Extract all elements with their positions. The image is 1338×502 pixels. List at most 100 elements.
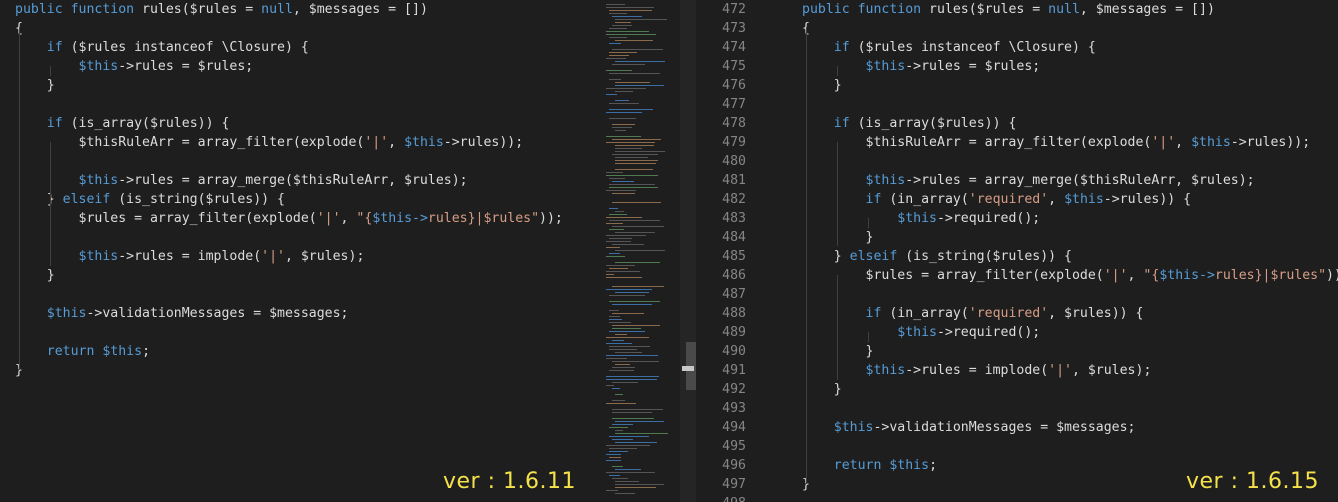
code-line[interactable]: 492 }	[696, 380, 1338, 399]
code-line[interactable]: $this->validationMessages = $messages;	[15, 304, 600, 323]
code-line[interactable]: $this->rules = array_merge($thisRuleArr,…	[15, 171, 600, 190]
minimap-line	[609, 448, 637, 449]
code-line[interactable]	[15, 95, 600, 114]
code-line[interactable]: 484 }	[696, 228, 1338, 247]
code-token: ,	[340, 211, 357, 226]
line-number: 474	[722, 40, 746, 55]
minimap-line	[612, 424, 633, 425]
minimap-line	[609, 349, 637, 350]
left-editor-pane[interactable]: public function rules($rules = null, $me…	[0, 0, 600, 502]
code-token: $this	[865, 363, 906, 378]
code-line[interactable]	[15, 285, 600, 304]
code-token: (is_array($rules)) {	[62, 116, 230, 131]
indent-guide	[837, 66, 838, 76]
code-line[interactable]: {	[15, 19, 600, 38]
code-line[interactable]: 473{	[696, 19, 1338, 38]
code-token: elseif	[849, 249, 898, 264]
code-token: rules($rules =	[142, 2, 262, 17]
minimap-line	[612, 127, 632, 128]
code-line[interactable]: } elseif (is_string($rules)) {	[15, 190, 600, 209]
code-line[interactable]: 498	[696, 494, 1338, 502]
right-editor-pane[interactable]: 472 public function rules($rules = null, …	[696, 0, 1338, 502]
code-line[interactable]: }	[15, 76, 600, 95]
minimap-line	[606, 445, 650, 446]
code-line[interactable]: 480	[696, 152, 1338, 171]
code-token: ->rules = array_merge($thisRuleArr, $rul…	[905, 173, 1255, 188]
minimap-line	[612, 64, 645, 65]
code-line[interactable]: 476 }	[696, 76, 1338, 95]
minimap-line	[609, 436, 649, 437]
minimap-line	[615, 157, 648, 158]
minimap-line	[612, 400, 625, 401]
code-line[interactable]: if (is_array($rules)) {	[15, 114, 600, 133]
code-line[interactable]: 483 $this->required();	[696, 209, 1338, 228]
line-number: 484	[722, 230, 746, 245]
code-line[interactable]: 489 $this->required();	[696, 323, 1338, 342]
code-token: 'required'	[968, 306, 1049, 321]
minimap-line	[609, 316, 620, 317]
line-number: 497	[722, 477, 746, 492]
minimap[interactable]	[600, 0, 680, 502]
minimap-line	[606, 337, 649, 338]
code-line[interactable]: 481 $this->rules = array_merge($thisRule…	[696, 171, 1338, 190]
code-line[interactable]: 477	[696, 95, 1338, 114]
code-line[interactable]: $rules = array_filter(explode('|', "{$th…	[15, 209, 600, 228]
minimap-line	[615, 352, 642, 353]
minimap-line	[606, 175, 658, 176]
code-line[interactable]: public function rules($rules = null, $me…	[15, 0, 600, 19]
indent-guide	[806, 28, 807, 484]
line-number: 487	[722, 287, 746, 302]
minimap-line	[606, 70, 632, 71]
code-line[interactable]: 487	[696, 285, 1338, 304]
code-token: }	[15, 192, 63, 207]
minimap-line	[609, 184, 655, 185]
minimap-line	[612, 16, 642, 17]
code-line[interactable]: 493	[696, 399, 1338, 418]
code-line[interactable]: $this->rules = implode('|', $rules);	[15, 247, 600, 266]
code-line[interactable]: 495	[696, 437, 1338, 456]
minimap-line	[609, 451, 628, 452]
minimap-line	[612, 328, 641, 329]
minimap-line	[609, 238, 632, 239]
code-line[interactable]: return $this;	[15, 342, 600, 361]
minimap-line	[612, 181, 634, 182]
minimap-line	[612, 340, 624, 341]
code-line[interactable]: 472 public function rules($rules = null, …	[696, 0, 1338, 19]
minimap-line	[615, 262, 660, 263]
code-line[interactable]: 478 if (is_array($rules)) {	[696, 114, 1338, 133]
code-token: return	[833, 458, 882, 473]
line-number: 495	[722, 439, 746, 454]
code-line[interactable]: 488 if (in_array('required', $rules)) {	[696, 304, 1338, 323]
minimap-line	[609, 475, 620, 476]
code-line[interactable]: 491 $this->rules = implode('|', $rules);	[696, 361, 1338, 380]
code-line[interactable]: 485 } elseif (is_string($rules)) {	[696, 247, 1338, 266]
code-line[interactable]: 494 $this->validationMessages = $message…	[696, 418, 1338, 437]
code-token: public function	[15, 2, 143, 17]
code-token: ->rules));	[443, 135, 524, 150]
code-line[interactable]	[15, 228, 600, 247]
code-line[interactable]: 479 $thisRuleArr = array_filter(explode(…	[696, 133, 1338, 152]
code-line[interactable]: 482 if (in_array('required', $this->rule…	[696, 190, 1338, 209]
code-line[interactable]: $this->rules = $rules;	[15, 57, 600, 76]
minimap-line	[612, 361, 659, 362]
scrollbar[interactable]	[680, 0, 696, 502]
code-line[interactable]: 474 if ($rules instanceof \Closure) {	[696, 38, 1338, 57]
code-line[interactable]: if ($rules instanceof \Closure) {	[15, 38, 600, 57]
code-line[interactable]: $thisRuleArr = array_filter(explode('|',…	[15, 133, 600, 152]
code-line[interactable]: 486 $rules = array_filter(explode('|', "…	[696, 266, 1338, 285]
right-code-area[interactable]: 472 public function rules($rules = null, …	[696, 0, 1338, 502]
code-token: '|'	[316, 211, 341, 226]
code-line[interactable]: 490 }	[696, 342, 1338, 361]
minimap-line	[612, 25, 632, 26]
code-line[interactable]	[15, 152, 600, 171]
code-line[interactable]: 475 $this->rules = $rules;	[696, 57, 1338, 76]
left-code-area[interactable]: public function rules($rules = null, $me…	[15, 0, 600, 380]
code-line[interactable]: }	[15, 266, 600, 285]
minimap-line	[609, 253, 620, 254]
code-line[interactable]	[15, 323, 600, 342]
code-line[interactable]: }	[15, 361, 600, 380]
